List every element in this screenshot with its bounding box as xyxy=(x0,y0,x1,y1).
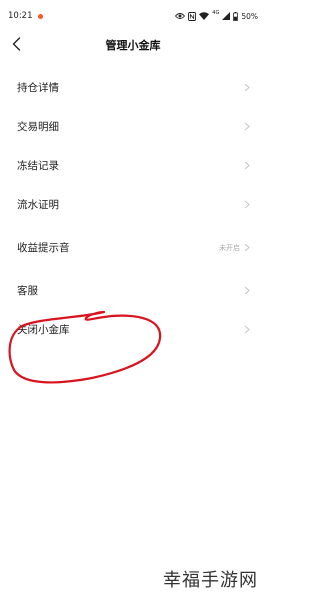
menu-item-right xyxy=(244,146,250,185)
page-title: 管理小金库 xyxy=(105,39,161,52)
menu-item-label: 客服 xyxy=(17,285,38,297)
menu-item-label: 关闭小金库 xyxy=(17,324,70,336)
menu-item-label: 持仓详情 xyxy=(17,82,59,94)
menu-item-label: 流水证明 xyxy=(17,199,59,211)
menu-list: 持仓详情 交易明细 冻结记录 流水证明 收益提示音 未开启 客服 关闭小金库 xyxy=(0,68,266,349)
menu-item-status: 未开启 xyxy=(219,243,240,252)
menu-item-right xyxy=(244,107,250,146)
menu-item-label: 收益提示音 xyxy=(17,242,70,254)
chevron-right-icon xyxy=(244,83,250,92)
nfc-icon xyxy=(188,11,197,21)
status-bar: 10:21 4G 50% xyxy=(0,0,266,32)
chevron-right-icon xyxy=(244,243,250,252)
battery-icon xyxy=(233,11,239,21)
menu-item-close-vault[interactable]: 关闭小金库 xyxy=(0,310,266,349)
header: 管理小金库 xyxy=(0,30,266,60)
menu-item-freeze-records[interactable]: 冻结记录 xyxy=(0,146,266,185)
chevron-right-icon xyxy=(244,325,250,334)
eye-icon xyxy=(175,13,186,19)
menu-item-right xyxy=(244,68,250,107)
menu-item-position-details[interactable]: 持仓详情 xyxy=(0,68,266,107)
watermark-text: 幸福手游网 xyxy=(163,566,258,592)
status-icons: 4G 50% xyxy=(175,10,258,21)
network-type: 4G xyxy=(212,10,220,16)
menu-item-right xyxy=(244,310,250,349)
menu-item-customer-service[interactable]: 客服 xyxy=(0,271,266,310)
chevron-right-icon xyxy=(244,161,250,170)
menu-item-label: 交易明细 xyxy=(17,121,59,133)
menu-item-earnings-sound[interactable]: 收益提示音 未开启 xyxy=(0,228,266,267)
status-time: 10:21 xyxy=(8,11,33,21)
wifi-icon xyxy=(199,12,210,20)
chevron-right-icon xyxy=(244,200,250,209)
screen: 10:21 4G 50% 管理小金库 持仓详情 交易明细 冻结记录 流水证明 收… xyxy=(0,0,266,600)
menu-item-label: 冻结记录 xyxy=(17,160,59,172)
menu-item-transaction-details[interactable]: 交易明细 xyxy=(0,107,266,146)
signal-icon xyxy=(222,12,231,20)
menu-item-right: 未开启 xyxy=(219,228,250,267)
menu-item-right xyxy=(244,271,250,310)
menu-item-right xyxy=(244,185,250,224)
menu-item-statement-proof[interactable]: 流水证明 xyxy=(0,185,266,224)
notification-dot-icon xyxy=(37,13,43,19)
chevron-right-icon xyxy=(244,122,250,131)
battery-percent: 50% xyxy=(241,11,258,21)
chevron-right-icon xyxy=(244,286,250,295)
